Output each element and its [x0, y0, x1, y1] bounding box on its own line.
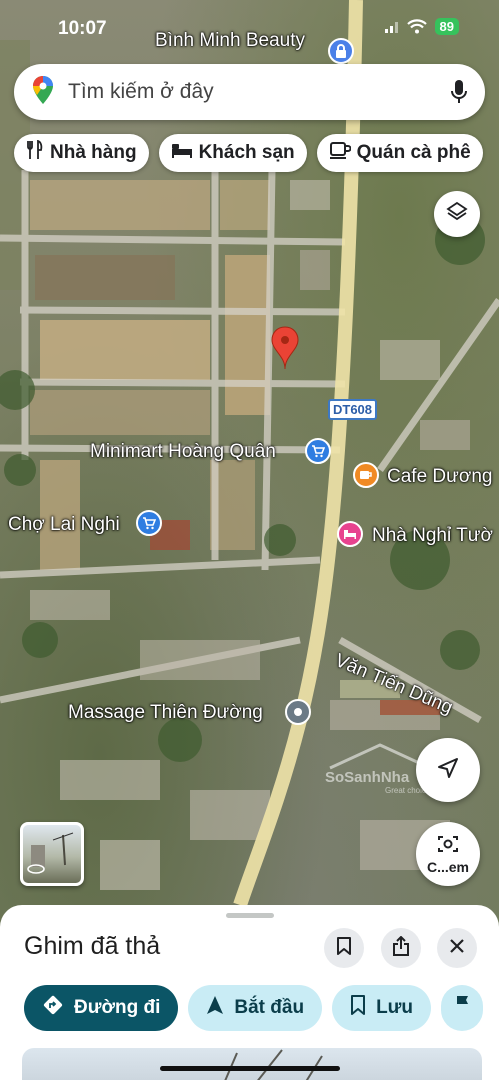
bookmark-icon — [337, 936, 351, 960]
sheet-actions: Đường đi Bắt đầu Lưu — [24, 985, 484, 1031]
place-icon[interactable] — [285, 699, 311, 725]
shopping-cart-icon[interactable] — [136, 510, 162, 536]
directions-icon — [42, 994, 64, 1022]
microphone-icon[interactable] — [451, 79, 467, 110]
save-bookmark-button[interactable] — [324, 928, 364, 968]
action-label: Lưu — [376, 997, 414, 1018]
place-photo[interactable] — [22, 1048, 482, 1080]
action-label: Bắt đầu — [234, 997, 305, 1018]
signal-icon — [384, 21, 398, 33]
dropped-pin-icon[interactable] — [270, 326, 300, 375]
chip-label: Nhà hàng — [50, 142, 137, 163]
rotate-360-icon — [27, 861, 45, 879]
save-button[interactable]: Lưu — [332, 985, 432, 1031]
chip-coffee[interactable]: Quán cà phê — [316, 134, 483, 172]
chip-label: Khách sạn — [198, 142, 295, 163]
status-time: 10:07 — [58, 18, 107, 39]
wifi-icon — [406, 19, 427, 34]
poi-label-cho[interactable]: Chợ Lai Nghi — [8, 514, 120, 536]
coffee-cup-icon[interactable] — [353, 462, 379, 488]
share-button[interactable] — [381, 928, 421, 968]
layers-icon — [446, 201, 468, 228]
navigation-arrow-icon — [206, 995, 224, 1021]
chip-restaurants[interactable]: Nhà hàng — [14, 134, 149, 172]
layers-button[interactable] — [434, 191, 480, 237]
bed-icon[interactable] — [337, 521, 363, 547]
maps-logo-icon — [32, 75, 54, 110]
close-button[interactable] — [437, 928, 477, 968]
action-label: Đường đi — [74, 997, 161, 1018]
search-input[interactable] — [68, 80, 408, 104]
navigation-arrow-icon — [436, 756, 460, 785]
poi-label-massage[interactable]: Massage Thiên Đường — [68, 702, 263, 724]
more-actions-button[interactable] — [441, 985, 484, 1031]
camera-search-button[interactable]: C...em — [416, 822, 480, 886]
chip-hotels[interactable]: Khách sạn — [158, 134, 307, 172]
camera-lens-icon — [437, 834, 459, 859]
start-button[interactable]: Bắt đầu — [188, 985, 323, 1031]
search-bar[interactable] — [14, 64, 485, 120]
category-chips: Nhà hàng Khách sạn Quán cà phê — [14, 134, 483, 172]
road-badge-dt608[interactable]: DT608 — [328, 399, 378, 420]
my-location-button[interactable] — [416, 738, 480, 802]
fork-knife-icon — [26, 139, 44, 166]
home-indicator[interactable] — [160, 1066, 340, 1071]
lock-icon[interactable] — [328, 38, 354, 64]
street-view-thumbnail[interactable] — [20, 822, 84, 886]
sheet-drag-handle[interactable] — [226, 913, 274, 918]
close-icon — [450, 938, 464, 958]
poi-label-cafe[interactable]: Cafe Dương — [387, 466, 492, 488]
camera-label: C...em — [426, 858, 469, 875]
battery-indicator: 89 — [434, 18, 459, 35]
share-icon — [393, 935, 409, 961]
directions-button[interactable]: Đường đi — [24, 985, 179, 1031]
poi-label-binh-minh[interactable]: Bình Minh Beauty — [155, 30, 305, 52]
coffee-cup-icon — [329, 141, 352, 165]
status-icons: 89 — [384, 18, 459, 35]
sheet-title: Ghim đã thả — [24, 932, 161, 960]
bookmark-icon — [350, 995, 366, 1021]
poi-label-nha-nghi[interactable]: Nhà Nghỉ Tườ — [372, 525, 493, 547]
shopping-cart-icon[interactable] — [305, 438, 331, 464]
flag-icon — [455, 995, 469, 1021]
chip-label: Quán cà phê — [356, 142, 471, 163]
bed-icon — [171, 142, 193, 164]
poi-label-minimart[interactable]: Minimart Hoàng Quân — [90, 441, 276, 463]
